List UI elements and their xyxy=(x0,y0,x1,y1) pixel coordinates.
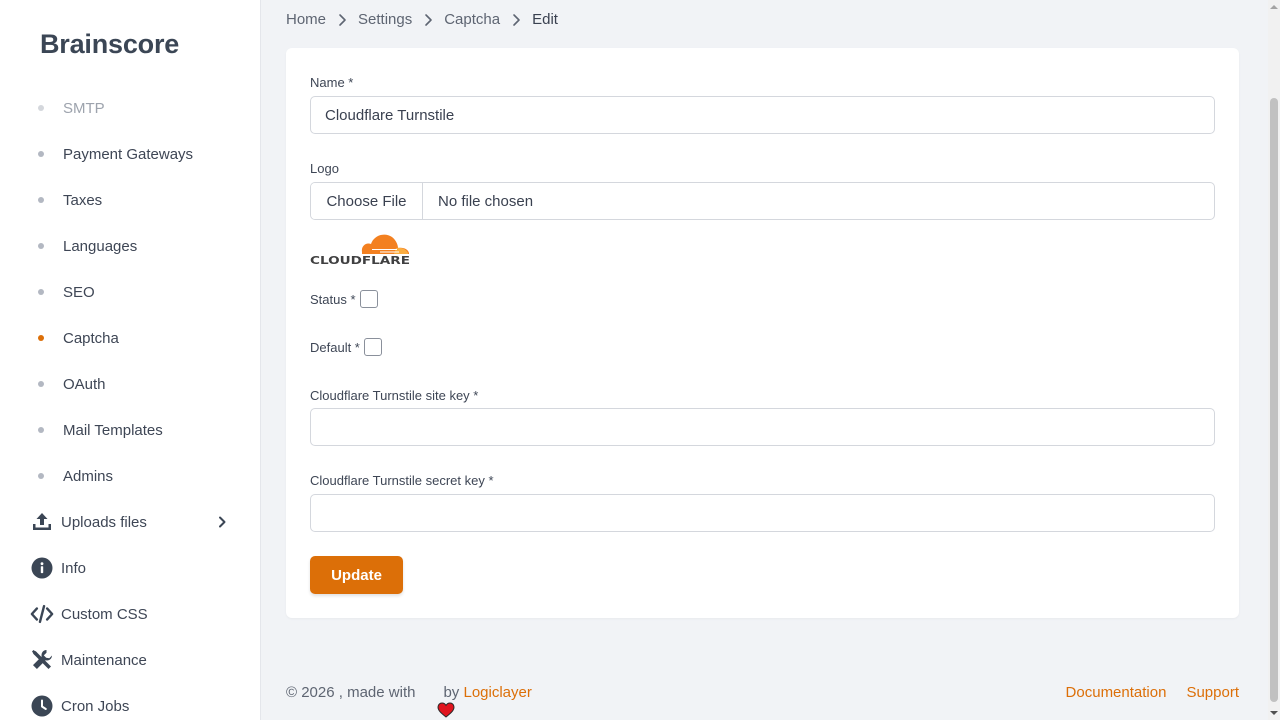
bullet-icon xyxy=(38,289,44,295)
sidebar-item-cron-jobs[interactable]: Cron Jobs xyxy=(0,683,260,720)
bullet-icon xyxy=(38,243,44,249)
sidebar-item-payment-gateways[interactable]: Payment Gateways xyxy=(0,131,260,177)
sidebar-item-label: Languages xyxy=(63,237,138,255)
sidebar-item-label: Admins xyxy=(63,467,114,485)
file-status-text: No file chosen xyxy=(438,192,534,210)
sidebar-item-mail-templates[interactable]: Mail Templates xyxy=(0,407,260,453)
bullet-icon xyxy=(38,473,44,479)
scrollbar-thumb[interactable] xyxy=(1270,98,1278,702)
breadcrumb-settings[interactable]: Settings xyxy=(358,11,412,28)
copyright-text: © 2026 , made with xyxy=(286,684,416,701)
chevron-right-icon xyxy=(508,12,524,28)
bullet-icon xyxy=(38,197,44,203)
support-link[interactable]: Support xyxy=(1186,684,1239,701)
name-label: Name * xyxy=(310,75,354,90)
sidebar-item-label: Taxes xyxy=(63,191,103,209)
sidebar-item-label: Payment Gateways xyxy=(63,145,194,163)
tools-icon xyxy=(30,648,54,672)
bullet-icon xyxy=(38,151,44,157)
default-label: Default * xyxy=(310,339,360,355)
status-field: Status * xyxy=(310,290,378,308)
sidebar-item-label: SMTP xyxy=(63,99,105,117)
code-icon xyxy=(30,602,54,626)
scroll-down-arrow-icon[interactable] xyxy=(1268,706,1280,720)
default-field: Default * xyxy=(310,338,382,356)
sidebar-item-info[interactable]: Info xyxy=(0,545,260,591)
sidebar-item-label: Cron Jobs xyxy=(61,697,130,715)
sidebar-item-label: Maintenance xyxy=(61,651,147,669)
breadcrumb: Home Settings Captcha Edit xyxy=(286,11,558,28)
sidebar-item-label: OAuth xyxy=(63,375,106,393)
status-label: Status * xyxy=(310,291,356,307)
name-input[interactable] xyxy=(310,96,1215,134)
brand-logo[interactable]: Brainscore xyxy=(40,29,179,60)
sidebar-item-oauth[interactable]: OAuth xyxy=(0,361,260,407)
breadcrumb-captcha[interactable]: Captcha xyxy=(444,11,500,28)
svg-text:CLOUDFLARE: CLOUDFLARE xyxy=(310,256,410,267)
scroll-up-arrow-icon[interactable] xyxy=(1268,0,1280,14)
heart-icon xyxy=(420,685,455,718)
bullet-icon xyxy=(38,105,44,111)
logo-label: Logo xyxy=(310,161,339,176)
sidebar-item-taxes[interactable]: Taxes xyxy=(0,177,260,223)
site-key-input[interactable] xyxy=(310,408,1215,446)
chevron-right-icon xyxy=(420,12,436,28)
footer-links: Documentation Support xyxy=(1066,684,1239,701)
sidebar-item-label: Captcha xyxy=(63,329,119,347)
by-text: by xyxy=(443,684,460,701)
edit-form-card: Name * Logo Choose File No file chosen C… xyxy=(286,48,1239,618)
sidebar-item-label: Mail Templates xyxy=(63,421,163,439)
breadcrumb-home[interactable]: Home xyxy=(286,11,326,28)
info-icon xyxy=(30,556,54,580)
sidebar-item-smtp[interactable]: SMTP xyxy=(0,85,260,131)
clock-icon xyxy=(30,694,54,718)
site-key-label: Cloudflare Turnstile site key * xyxy=(310,388,479,403)
bullet-icon xyxy=(38,381,44,387)
secret-key-input[interactable] xyxy=(310,494,1215,532)
choose-file-button[interactable]: Choose File xyxy=(311,183,423,219)
sidebar-item-custom-css[interactable]: Custom CSS xyxy=(0,591,260,637)
chevron-right-icon xyxy=(334,12,350,28)
sidebar-item-label: SEO xyxy=(63,283,95,301)
cloudflare-logo: CLOUDFLARE xyxy=(310,234,410,267)
page-scrollbar[interactable] xyxy=(1268,0,1280,720)
breadcrumb-current: Edit xyxy=(532,11,558,28)
bullet-icon xyxy=(38,335,44,341)
update-button[interactable]: Update xyxy=(310,556,403,594)
logo-file-input[interactable]: Choose File No file chosen xyxy=(310,182,1215,220)
sidebar-item-languages[interactable]: Languages xyxy=(0,223,260,269)
status-checkbox[interactable] xyxy=(359,290,378,308)
sidebar-item-captcha[interactable]: Captcha xyxy=(0,315,260,361)
upload-icon xyxy=(30,510,54,534)
sidebar-item-seo[interactable]: SEO xyxy=(0,269,260,315)
secret-key-label: Cloudflare Turnstile secret key * xyxy=(310,473,494,488)
sidebar: Brainscore SMTP Payment Gateways Taxes L… xyxy=(0,0,261,720)
sidebar-item-label: Custom CSS xyxy=(61,605,148,623)
chevron-right-icon xyxy=(214,514,230,530)
documentation-link[interactable]: Documentation xyxy=(1066,684,1167,701)
sidebar-item-label: Uploads files xyxy=(61,513,147,531)
sidebar-item-label: Info xyxy=(61,559,87,577)
sidebar-item-admins[interactable]: Admins xyxy=(0,453,260,499)
author-link[interactable]: Logiclayer xyxy=(463,684,531,701)
default-checkbox[interactable] xyxy=(363,338,382,356)
sidebar-item-maintenance[interactable]: Maintenance xyxy=(0,637,260,683)
bullet-icon xyxy=(38,427,44,433)
sidebar-item-uploads-files[interactable]: Uploads files xyxy=(0,499,260,545)
footer-credit: © 2026 , made with by Logiclayer xyxy=(286,684,532,718)
